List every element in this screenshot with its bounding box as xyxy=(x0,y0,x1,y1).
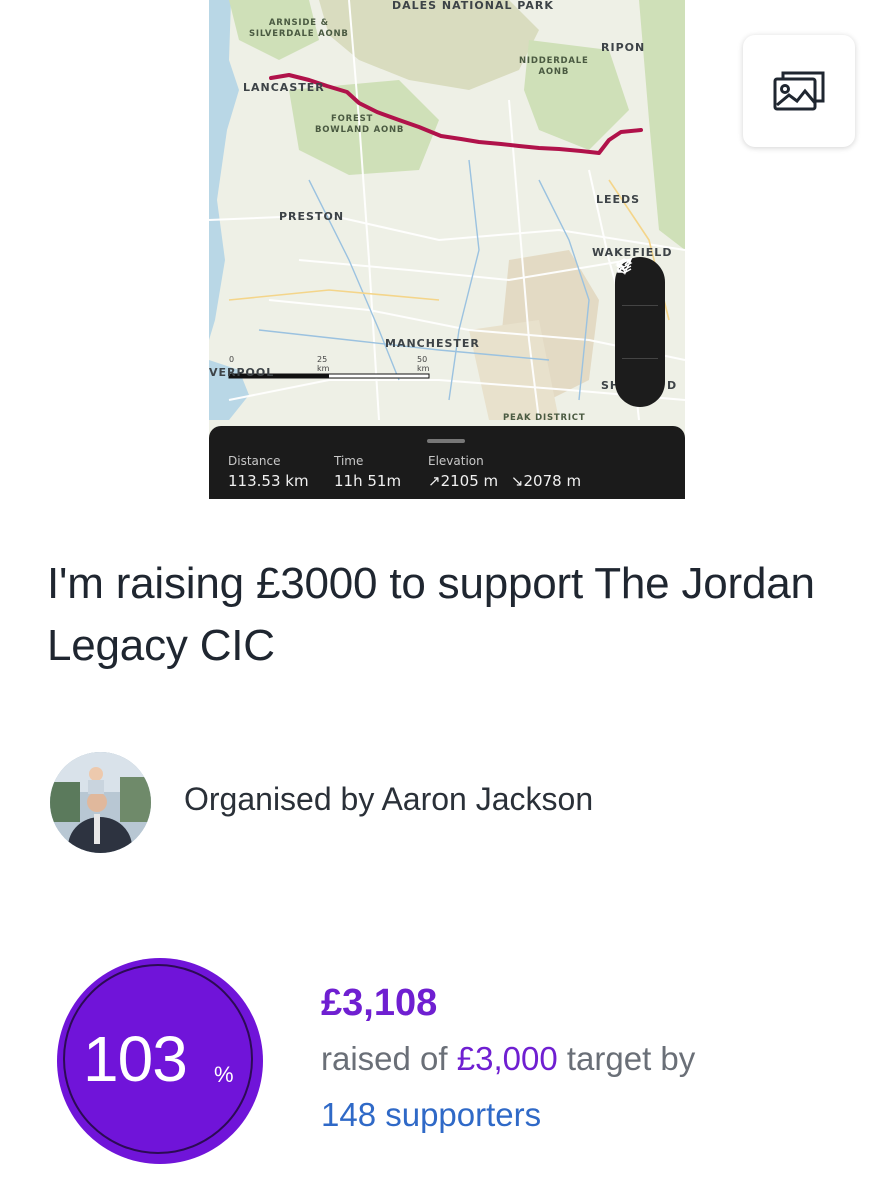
map-label-arnside: ARNSIDE & SILVERDALE AONB xyxy=(249,18,349,39)
stat-elevation: Elevation ↗2105 m ↘2078 m xyxy=(428,454,581,490)
elevation-up-icon: ↗ xyxy=(428,472,441,490)
scale-zero: 0 xyxy=(229,355,235,364)
stat-distance: Distance 113.53 km xyxy=(228,454,309,490)
route-map[interactable]: DALES NATIONAL PARK ARNSIDE & SILVERDALE … xyxy=(209,0,685,499)
map-label-lancaster: LANCASTER xyxy=(243,81,325,94)
map-controls xyxy=(615,257,665,407)
scale-end: 50 km xyxy=(417,355,430,373)
map-label-preston: PRESTON xyxy=(279,210,345,223)
campaign-title: I'm raising £3000 to support The Jordan … xyxy=(47,559,815,670)
elevation-up: 2105 m xyxy=(440,472,499,490)
progress-percent-sign: % xyxy=(214,1062,234,1087)
avatar[interactable] xyxy=(50,752,151,853)
elevation-down: 2078 m xyxy=(523,472,582,490)
map-scale: 0 25 km 50 km xyxy=(229,355,429,373)
distance-label: Distance xyxy=(228,454,281,468)
progress-percent: 103 xyxy=(83,1023,188,1095)
raised-prefix: raised of xyxy=(321,1040,457,1077)
layers-icon[interactable] xyxy=(615,258,658,350)
locate-icon[interactable] xyxy=(615,257,658,403)
raised-summary: raised of £3,000 target by xyxy=(321,1040,695,1078)
map-label-leeds: LEEDS xyxy=(596,193,641,206)
time-label: Time xyxy=(334,454,364,468)
map-label-manchester: MANCHESTER xyxy=(385,337,480,350)
progress-circle: 103 % xyxy=(57,958,263,1164)
control-divider xyxy=(622,305,658,306)
drag-handle[interactable] xyxy=(427,439,465,443)
scale-mid: 25 km xyxy=(317,355,330,373)
raised-amount: £3,108 xyxy=(321,982,438,1024)
organiser-name[interactable]: Organised by Aaron Jackson xyxy=(184,781,593,818)
map-label-peak-district: PEAK DISTRICT xyxy=(503,413,586,423)
control-divider xyxy=(622,358,658,359)
distance-value: 113.53 km xyxy=(228,472,309,490)
elevation-values: ↗2105 m ↘2078 m xyxy=(428,472,581,490)
map-label-bowland: BOWLAND AONB xyxy=(315,125,405,135)
map-label-liverpool: VERPOOL xyxy=(209,366,275,379)
map-label-dales: DALES NATIONAL PARK xyxy=(392,0,554,12)
gallery-button[interactable] xyxy=(743,35,855,147)
map-label-nidderdale: NIDDERDALE AONB xyxy=(519,56,589,77)
target-amount: £3,000 xyxy=(456,1040,558,1077)
raised-suffix: target by xyxy=(557,1040,696,1077)
gallery-icon xyxy=(773,71,825,111)
stat-time: Time 11h 51m xyxy=(334,454,401,490)
elevation-down-icon: ↘ xyxy=(510,472,524,490)
time-value: 11h 51m xyxy=(334,472,402,490)
map-label-sheffield-b: D xyxy=(667,379,678,392)
map-label-forest: FOREST xyxy=(331,114,374,124)
supporters-link[interactable]: 148 supporters xyxy=(321,1096,541,1134)
elevation-label: Elevation xyxy=(428,454,484,468)
map-label-ripon: RIPON xyxy=(601,41,646,54)
route-stats-bar: Distance 113.53 km Time 11h 51m Elevatio… xyxy=(209,426,685,499)
